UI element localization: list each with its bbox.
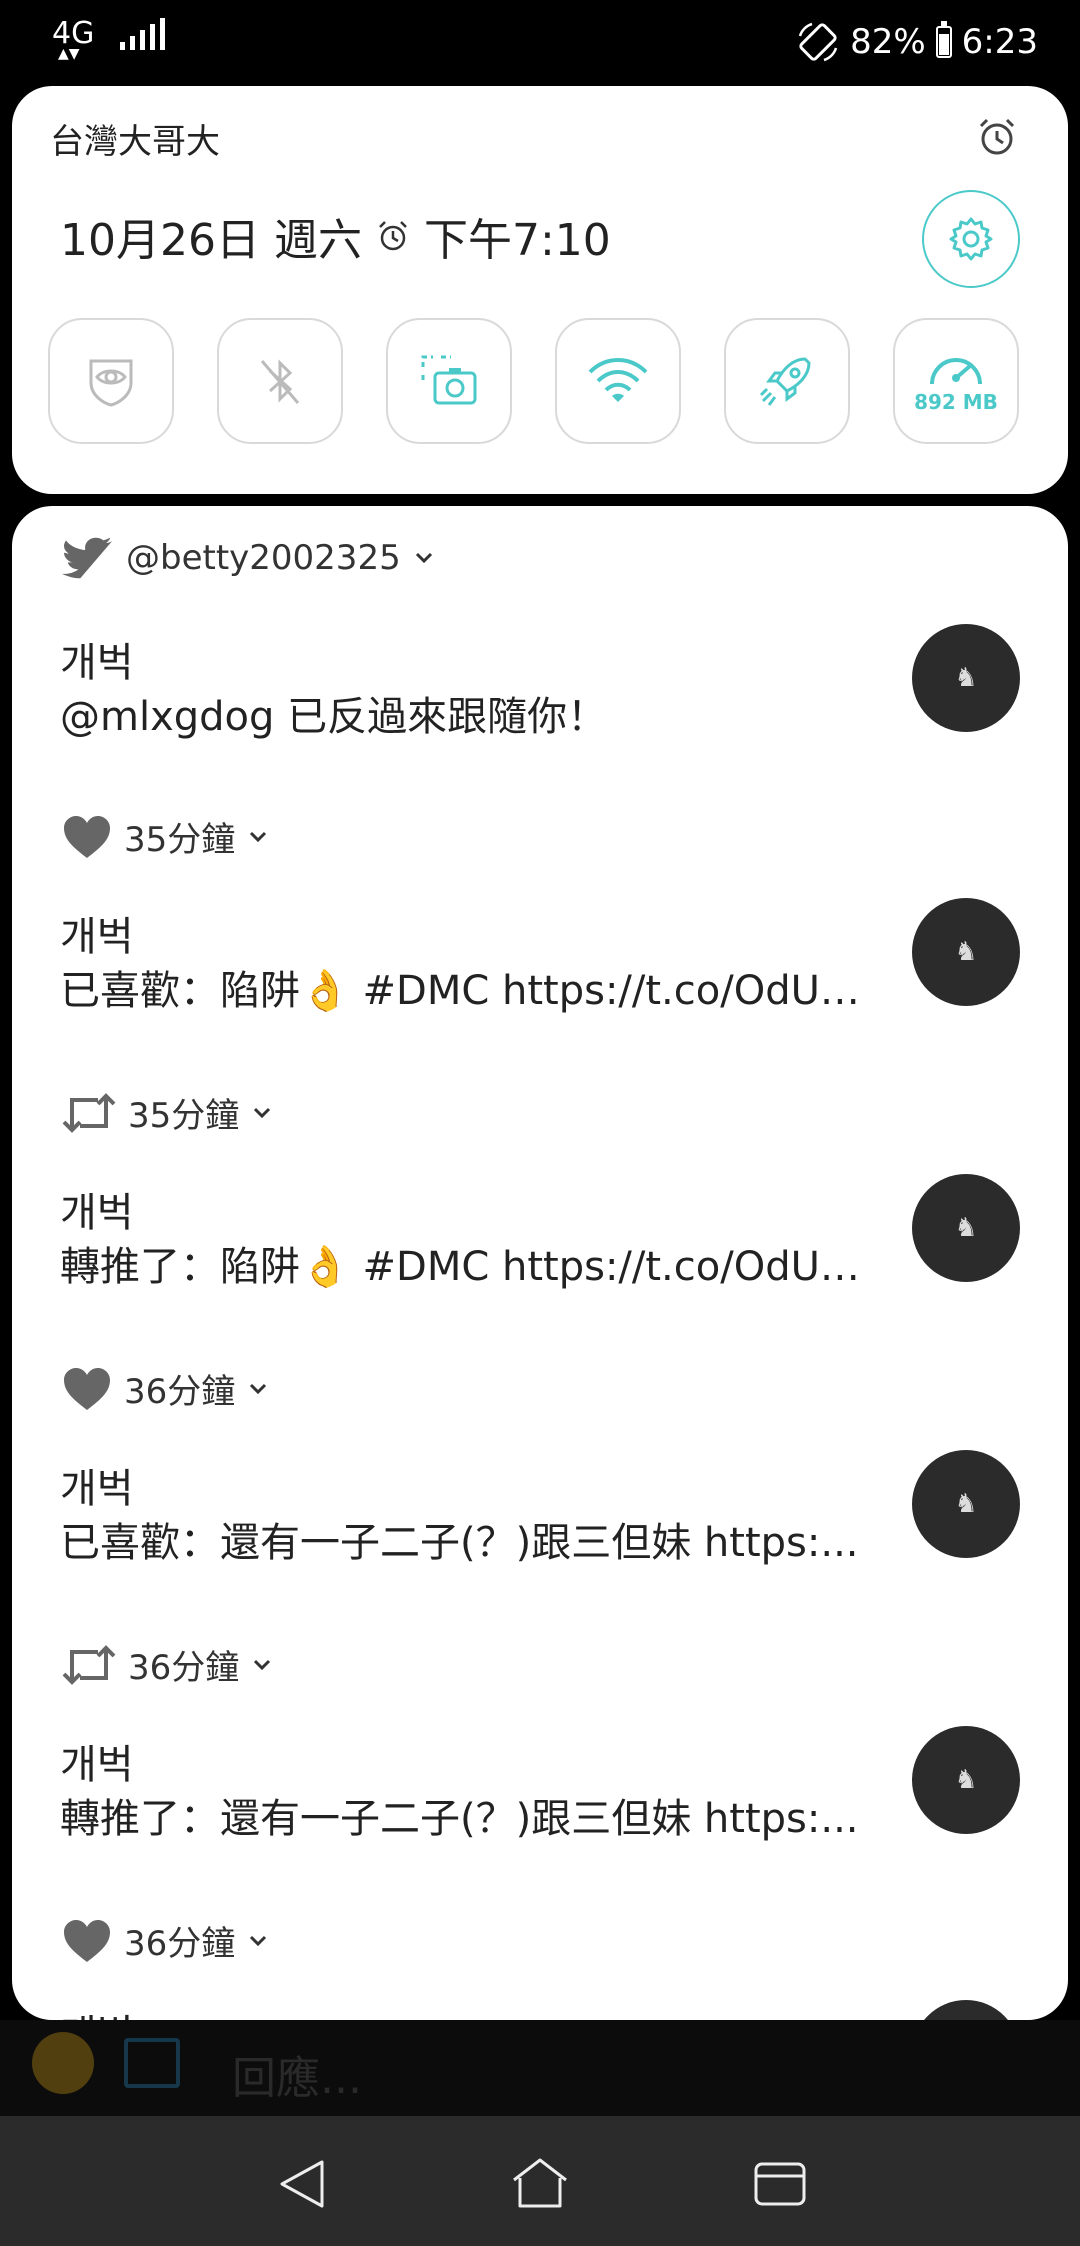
reply-placeholder[interactable]: 回應...	[232, 2042, 362, 2106]
carrier-name: 台灣大哥大	[50, 122, 220, 162]
chevron-down-icon[interactable]	[247, 1378, 269, 1400]
eye-care-tile[interactable]	[48, 318, 174, 444]
sender-name: 개벅	[60, 640, 134, 686]
avatar-figure-icon: ♞	[954, 1213, 978, 1243]
retweet-icon	[62, 1092, 116, 1133]
chevron-down-icon[interactable]	[247, 1930, 269, 1952]
wifi-tile[interactable]	[555, 318, 681, 444]
time-ago: 36分鐘	[124, 1924, 236, 1964]
twitter-bird-icon	[62, 537, 112, 579]
settings-button[interactable]	[922, 190, 1020, 288]
time-ago: 36分鐘	[128, 1648, 240, 1688]
message-text: 轉推了：陷阱👌 #DMC https://t.co/OdU2i...	[60, 1244, 870, 1290]
network-indicator: 4G ▲▼	[52, 19, 94, 62]
back-icon[interactable]	[272, 2154, 332, 2214]
date-time[interactable]: 10月26日 週六 下午7:10	[60, 204, 611, 268]
avatar-figure-icon: ♞	[954, 1489, 978, 1519]
screenshot-icon	[421, 355, 477, 405]
clock: 6:23	[961, 22, 1038, 62]
notification-meta[interactable]: 36分鐘	[62, 1364, 269, 1413]
message-text: 轉推了：還有一子二子(？)跟三但妹 https:...	[60, 1796, 859, 1842]
avatar-figure-icon: ♞	[954, 663, 978, 693]
bluetooth-off-icon	[260, 359, 300, 404]
battery-percent: 82%	[850, 22, 926, 62]
rocket-icon	[759, 357, 811, 406]
heart-icon	[64, 1367, 110, 1410]
wifi-icon	[588, 358, 648, 402]
quick-tiles: 892 MB	[48, 318, 1019, 444]
notification-card[interactable]: @betty2002325 개벅 @mlxgdog 已反過來跟隨你！ ♞ 35分…	[12, 506, 1068, 2020]
home-icon[interactable]	[510, 2154, 570, 2214]
notification-meta[interactable]: 36分鐘	[62, 1640, 273, 1689]
notification-meta[interactable]: 35分鐘	[62, 1088, 273, 1137]
sender-name: 개벅	[60, 1742, 134, 1788]
avatar: ♞	[912, 1174, 1020, 1282]
notification-meta[interactable]: 36分鐘	[62, 1916, 269, 1965]
quick-settings-panel: 台灣大哥大 10月26日 週六 下午7:10 892 MB	[12, 86, 1068, 494]
message-text: 已喜歡：還有一子二子(？)跟三但妹 https:...	[60, 1520, 859, 1566]
rotate-icon	[798, 22, 838, 62]
alarm-time: 下午7:10	[423, 215, 611, 266]
notification-meta[interactable]: 35分鐘	[62, 812, 269, 861]
boost-tile[interactable]	[724, 318, 850, 444]
avatar: ♞	[912, 624, 1020, 732]
status-bar: 4G ▲▼ 82% 6:23	[0, 0, 1080, 86]
gear-icon	[949, 217, 993, 261]
memory-tile[interactable]: 892 MB	[893, 318, 1019, 444]
sender-name: 개벅	[60, 1466, 134, 1512]
heart-icon	[64, 1919, 110, 1962]
retweet-icon	[62, 1644, 116, 1685]
screenshot-tile[interactable]	[386, 318, 512, 444]
navigation-bar	[0, 2116, 1080, 2246]
recent-apps-icon[interactable]	[750, 2154, 810, 2214]
signal-icon	[120, 18, 166, 50]
status-bar-right: 82% 6:23	[796, 20, 1038, 64]
sender-name: 개벅	[60, 1190, 134, 1236]
sender-name: 개벅	[60, 914, 134, 960]
chevron-down-icon[interactable]	[413, 547, 435, 569]
account-name: @betty2002325	[126, 538, 401, 578]
time-ago: 35分鐘	[128, 1096, 240, 1136]
alarm-icon	[379, 221, 407, 251]
time-ago: 36分鐘	[124, 1372, 236, 1412]
chevron-down-icon[interactable]	[251, 1654, 273, 1676]
avatar: ♞	[912, 1450, 1020, 1558]
avatar-figure-icon: ♞	[954, 1765, 978, 1795]
avatar: ♞	[912, 1726, 1020, 1834]
alarm-clock-icon[interactable]	[976, 116, 1018, 158]
time-ago: 35分鐘	[124, 820, 236, 860]
sender-name: 개벅	[60, 2002, 134, 2020]
speedometer-icon	[930, 358, 982, 385]
emoji-icon[interactable]	[32, 2032, 94, 2094]
chevron-down-icon[interactable]	[247, 826, 269, 848]
memory-label: 892 MB	[914, 390, 998, 414]
status-bar-left: 4G ▲▼	[52, 18, 166, 62]
heart-icon	[64, 815, 110, 858]
battery-icon	[935, 21, 952, 58]
notification-header[interactable]: @betty2002325	[62, 536, 435, 580]
battery-fill	[938, 34, 949, 55]
reply-bar: 回應...	[0, 2020, 1080, 2116]
image-icon[interactable]	[124, 2038, 180, 2088]
bluetooth-tile[interactable]	[217, 318, 343, 444]
data-arrows-icon: ▲▼	[58, 46, 80, 62]
avatar-figure-icon: ♞	[954, 937, 978, 967]
avatar: ♞	[912, 898, 1020, 1006]
message-text: 已喜歡：陷阱👌 #DMC https://t.co/OdU2i...	[60, 968, 870, 1014]
message-text: @mlxgdog 已反過來跟隨你！	[60, 694, 608, 740]
date-text: 10月26日 週六	[60, 215, 362, 266]
eye-shield-icon	[89, 359, 133, 407]
chevron-down-icon[interactable]	[251, 1102, 273, 1124]
avatar	[912, 2000, 1020, 2020]
